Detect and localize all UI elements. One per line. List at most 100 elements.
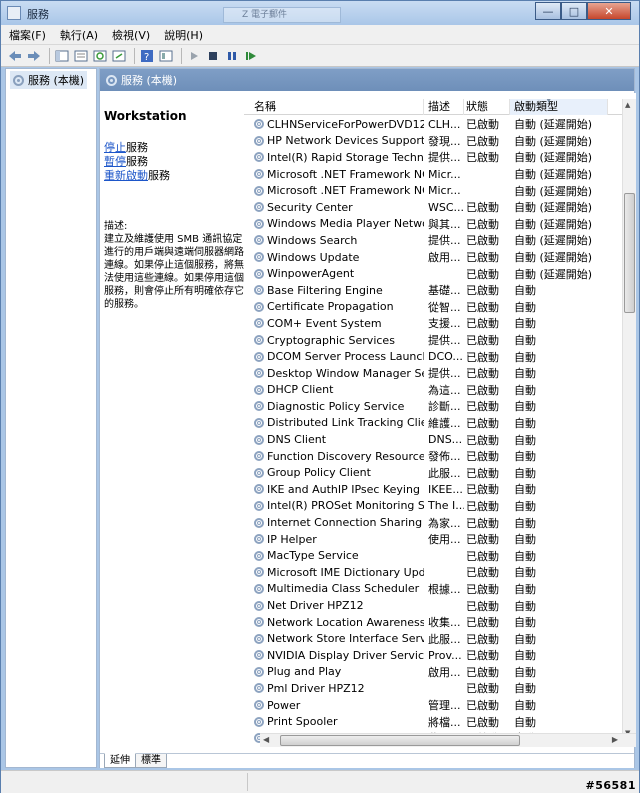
service-startup-type-cell: 自動 [514, 317, 536, 331]
title-bar[interactable]: 服務 Z 電子郵件 — □ ✕ [1, 1, 639, 25]
table-row[interactable]: DHCP Client 為這... 已啟動 自動 [244, 382, 622, 399]
service-name-cell: IKE and AuthIP IPsec Keying Mo... [244, 483, 424, 496]
refresh-icon[interactable] [92, 48, 108, 64]
menu-view[interactable]: 檢視(V) [112, 27, 150, 43]
menu-action[interactable]: 執行(A) [60, 27, 98, 43]
table-row[interactable]: CLHNServiceForPowerDVD12 CLH... 已啟動 自動 (延遲開… [244, 116, 622, 133]
back-arrow-icon[interactable] [7, 48, 23, 64]
table-row[interactable]: Microsoft IME Dictionary Update 已啟動 自動 [244, 564, 622, 581]
service-status-cell: 已啟動 [466, 267, 499, 281]
table-row[interactable]: Intel(R) PROSet Monitoring Ser... The I..… [244, 498, 622, 515]
service-status-cell: 已啟動 [466, 433, 499, 447]
table-row[interactable]: Cryptographic Services 提供... 已啟動 自動 [244, 332, 622, 349]
table-row[interactable]: Windows Search 提供... 已啟動 自動 (延遲開始) [244, 232, 622, 249]
table-row[interactable]: DNS Client DNS... 已啟動 自動 [244, 431, 622, 448]
tab-standard[interactable]: 標準 [135, 754, 167, 768]
table-row[interactable]: Pml Driver HPZ12 已啟動 自動 [244, 680, 622, 697]
column-header-status[interactable]: 狀態 [464, 99, 510, 115]
service-description-cell: 從智... [428, 300, 461, 314]
table-row[interactable]: Microsoft .NET Framework NGE... Micr... 自動… [244, 182, 622, 199]
table-row[interactable]: WinpowerAgent 已啟動 自動 (延遲開始) [244, 265, 622, 282]
table-row[interactable]: Net Driver HPZ12 已啟動 自動 [244, 597, 622, 614]
service-gear-icon [254, 666, 264, 677]
service-description-cell: 基礎... [428, 284, 461, 298]
menu-file[interactable]: 檔案(F) [9, 27, 46, 43]
service-description-cell: 此服... [428, 466, 461, 480]
table-row[interactable]: MacType Service 已啟動 自動 [244, 547, 622, 564]
stop-service-icon[interactable] [205, 48, 221, 64]
column-header-name[interactable]: 名稱 [244, 99, 424, 115]
service-startup-type-cell: 自動 (延遲開始) [514, 217, 593, 231]
service-status-cell: 已啟動 [466, 284, 499, 298]
table-row[interactable]: Group Policy Client 此服... 已啟動 自動 [244, 464, 622, 481]
horizontal-scroll-thumb[interactable] [280, 735, 520, 746]
service-startup-type-cell: 自動 [514, 334, 536, 348]
background-window-tab[interactable]: Z 電子郵件 [223, 7, 341, 23]
table-row[interactable]: Diagnostic Policy Service 診斷... 已啟動 自動 [244, 398, 622, 415]
restart-service-link[interactable]: 重新啟動 [104, 169, 148, 182]
table-row[interactable]: Internet Connection Sharing (IC... 為家... 已… [244, 514, 622, 531]
pause-service-icon[interactable] [224, 48, 240, 64]
forward-arrow-icon[interactable] [26, 48, 42, 64]
table-row[interactable]: NVIDIA Display Driver Service Prov... 已啟動 自… [244, 647, 622, 664]
export-list-icon[interactable] [111, 48, 127, 64]
maximize-button[interactable]: □ [561, 2, 587, 20]
service-name-cell: IP Helper [244, 533, 424, 546]
pause-service-link[interactable]: 暫停 [104, 155, 126, 168]
table-row[interactable]: Windows Update 啟用... 已啟動 自動 (延遲開始) [244, 249, 622, 266]
status-bar [1, 770, 639, 793]
table-row[interactable]: Print Spooler 將檔... 已啟動 自動 [244, 713, 622, 730]
service-startup-type-cell: 自動 (延遲開始) [514, 168, 593, 182]
table-row[interactable]: Network Location Awareness 收集... 已啟動 自動 [244, 614, 622, 631]
vertical-scroll-thumb[interactable] [624, 193, 635, 313]
table-row[interactable]: Microsoft .NET Framework NGE... Micr... 自動… [244, 166, 622, 183]
table-row[interactable]: Intel(R) Rapid Storage Technol... 提供... 已啟… [244, 149, 622, 166]
service-startup-type-cell: 自動 [514, 715, 536, 729]
table-row[interactable]: Desktop Window Manager Ses... 提供... 已啟動 自動 [244, 365, 622, 382]
service-description-cell: CLH... [428, 117, 461, 131]
table-row[interactable]: IKE and AuthIP IPsec Keying Mo... IKEE...… [244, 481, 622, 498]
tree-item-services-local[interactable]: 服務 (本機) [10, 71, 88, 89]
show-hide-icon[interactable] [73, 48, 89, 64]
table-row[interactable]: Distributed Link Tracking Client 維護... 已啟動… [244, 415, 622, 432]
console-tree-icon[interactable] [54, 48, 70, 64]
tab-extended[interactable]: 延伸 [104, 753, 136, 768]
restart-service-icon[interactable] [243, 48, 259, 64]
table-row[interactable]: Multimedia Class Scheduler 根據... 已啟動 自動 [244, 581, 622, 598]
table-row[interactable]: Base Filtering Engine 基礎... 已啟動 自動 [244, 282, 622, 299]
scroll-up-arrow-icon[interactable]: ▲ [625, 101, 630, 109]
table-row[interactable]: DCOM Server Process Launcher DCO... 已啟動 自動 [244, 348, 622, 365]
table-row[interactable]: Certificate Propagation 從智... 已啟動 自動 [244, 299, 622, 316]
service-startup-type-cell: 自動 [514, 699, 536, 713]
action-restart: 重新啟動服務 [104, 169, 170, 182]
stop-service-link[interactable]: 停止 [104, 141, 126, 154]
start-service-icon[interactable] [186, 48, 202, 64]
table-row[interactable]: Windows Media Player Networ... 與其... 已啟動 自動… [244, 216, 622, 233]
close-button[interactable]: ✕ [587, 2, 631, 20]
minimize-button[interactable]: — [535, 2, 561, 20]
table-row[interactable]: Security Center WSC... 已啟動 自動 (延遲開始) [244, 199, 622, 216]
table-row[interactable]: Network Store Interface Service 此服... 已啟動 自… [244, 630, 622, 647]
scroll-left-arrow-icon[interactable]: ◀ [263, 735, 269, 744]
table-row[interactable]: IP Helper 使用... 已啟動 自動 [244, 531, 622, 548]
table-row[interactable]: Power 管理... 已啟動 自動 [244, 697, 622, 714]
service-status-cell: 已啟動 [466, 251, 499, 265]
column-header-description[interactable]: 描述 [424, 99, 464, 115]
table-row[interactable]: Function Discovery Resource P... 發佈... 已啟動… [244, 448, 622, 465]
column-header-startup-type[interactable]: 啟動類型 ▼ [510, 99, 608, 115]
menu-help[interactable]: 說明(H) [164, 27, 203, 43]
scroll-right-arrow-icon[interactable]: ▶ [612, 735, 618, 744]
service-name-cell: Net Driver HPZ12 [244, 599, 424, 612]
vertical-scrollbar[interactable]: ▲ ▼ [622, 99, 636, 739]
service-gear-icon [254, 517, 264, 528]
list-rows: CLHNServiceForPowerDVD12 CLH... 已啟動 自動 (延遲開… [244, 116, 622, 743]
table-row[interactable]: Plug and Play 啟用... 已啟動 自動 [244, 664, 622, 681]
service-description-cell: Micr... [428, 167, 461, 181]
table-row[interactable]: COM+ Event System 支援... 已啟動 自動 [244, 315, 622, 332]
help-icon[interactable]: ? [139, 48, 155, 64]
service-startup-type-cell: 自動 [514, 549, 536, 563]
gear-icon [13, 74, 24, 86]
table-row[interactable]: HP Network Devices Support 發現... 已啟動 自動 (延遲… [244, 133, 622, 150]
properties-icon[interactable] [158, 48, 174, 64]
horizontal-scrollbar[interactable]: ◀ ▶ [260, 733, 636, 747]
